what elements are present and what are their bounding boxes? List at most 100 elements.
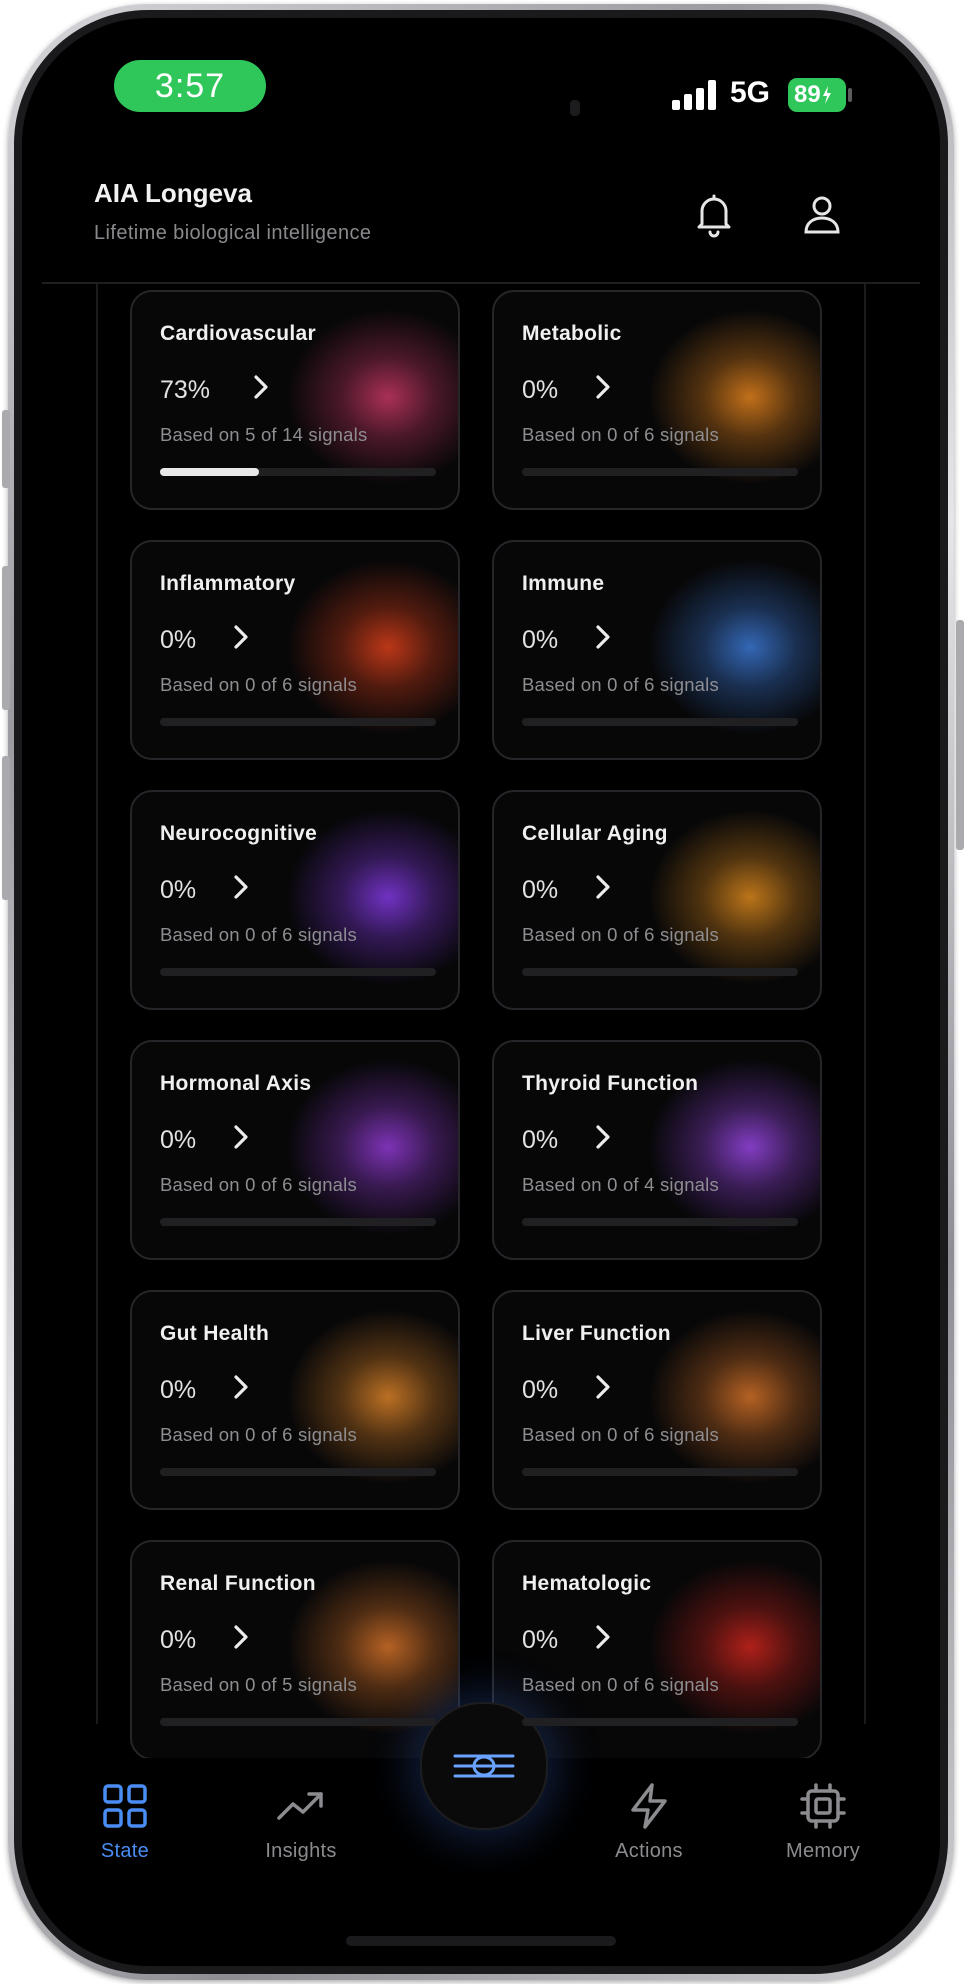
- list-border-right: [864, 284, 866, 1724]
- lightning-icon: [631, 1783, 667, 1829]
- chevron-right-icon: [234, 1375, 248, 1399]
- signal-icon: [672, 80, 720, 110]
- card-signals-text: Based on 5 of 14 signals: [160, 424, 368, 445]
- chip-icon: [800, 1783, 846, 1829]
- card-percent: 0%: [160, 626, 197, 654]
- system-card[interactable]: Gut Health 0% Based on 0 of 6 signals: [130, 1290, 460, 1510]
- chevron-right-icon: [596, 1125, 610, 1149]
- system-card[interactable]: Cardiovascular 73% Based on 5 of 14 signal…: [130, 290, 460, 510]
- chevron-right-icon: [234, 625, 248, 649]
- nav-actions[interactable]: Actions: [574, 1782, 724, 1863]
- nav-insights-label: Insights: [265, 1840, 337, 1862]
- card-progress-bar: [522, 468, 798, 476]
- trend-icon: [277, 1792, 323, 1820]
- status-time-pill[interactable]: 3:57: [114, 60, 266, 112]
- card-title: Cardiovascular: [160, 322, 316, 345]
- card-title: Cellular Aging: [522, 822, 668, 845]
- app-screen: 3:57 5G 89 AIA Longeva Lifetime biologic…: [22, 18, 940, 1966]
- card-title: Metabolic: [522, 322, 622, 345]
- organ-illustration: [278, 552, 458, 742]
- profile-icon[interactable]: [798, 190, 846, 238]
- card-progress-bar: [522, 1468, 798, 1476]
- card-percent: 0%: [522, 1626, 559, 1654]
- card-signals-text: Based on 0 of 6 signals: [522, 1424, 719, 1445]
- nav-memory[interactable]: Memory: [748, 1782, 898, 1863]
- organ-illustration: [640, 302, 820, 492]
- card-percent: 0%: [522, 876, 559, 904]
- battery-icon: 89: [788, 78, 846, 112]
- card-percent: 73%: [160, 376, 211, 404]
- card-signals-text: Based on 0 of 6 signals: [160, 924, 357, 945]
- volume-down-button: [2, 756, 10, 900]
- nav-state[interactable]: State: [50, 1782, 200, 1863]
- system-card[interactable]: Neurocognitive 0% Based on 0 of 6 signals: [130, 790, 460, 1010]
- notification-bell-icon[interactable]: [690, 190, 738, 238]
- card-percent: 0%: [522, 626, 559, 654]
- volume-up-button: [2, 566, 10, 710]
- card-progress-bar: [160, 468, 436, 476]
- chevron-right-icon: [596, 1375, 610, 1399]
- battery-tip: [848, 88, 852, 102]
- system-card[interactable]: Thyroid Function 0% Based on 0 of 4 signal…: [492, 1040, 822, 1260]
- card-title: Liver Function: [522, 1322, 671, 1345]
- card-title: Neurocognitive: [160, 822, 318, 845]
- card-signals-text: Based on 0 of 6 signals: [160, 1174, 357, 1195]
- app-title: AIA Longeva: [94, 178, 252, 208]
- card-signals-text: Based on 0 of 6 signals: [522, 674, 719, 695]
- card-signals-text: Based on 0 of 4 signals: [522, 1174, 719, 1195]
- chevron-right-icon: [234, 875, 248, 899]
- card-progress-bar: [160, 1718, 436, 1726]
- chevron-right-icon: [234, 1625, 248, 1649]
- card-percent: 0%: [160, 1376, 197, 1404]
- system-card[interactable]: Cellular Aging 0% Based on 0 of 6 signals: [492, 790, 822, 1010]
- card-title: Hormonal Axis: [160, 1072, 312, 1095]
- system-card[interactable]: Hormonal Axis 0% Based on 0 of 6 signals: [130, 1040, 460, 1260]
- card-percent: 0%: [522, 1126, 559, 1154]
- organ-illustration: [640, 1552, 820, 1742]
- card-progress-bar: [160, 968, 436, 976]
- chevron-right-icon: [596, 375, 610, 399]
- system-card[interactable]: Liver Function 0% Based on 0 of 6 signals: [492, 1290, 822, 1510]
- card-percent: 0%: [522, 376, 559, 404]
- camera-dot: [570, 100, 580, 116]
- system-card[interactable]: Hematologic 0% Based on 0 of 6 signals: [492, 1540, 822, 1760]
- card-progress-bar: [160, 1218, 436, 1226]
- nav-memory-label: Memory: [785, 1840, 861, 1862]
- chevron-right-icon: [596, 625, 610, 649]
- network-type: 5G: [730, 76, 771, 109]
- card-signals-text: Based on 0 of 5 signals: [160, 1674, 357, 1695]
- card-signals-text: Based on 0 of 6 signals: [522, 924, 719, 945]
- card-title: Hematologic: [522, 1572, 652, 1595]
- card-signals-text: Based on 0 of 6 signals: [522, 424, 719, 445]
- nav-state-label: State: [100, 1840, 150, 1862]
- system-card[interactable]: Metabolic 0% Based on 0 of 6 signals: [492, 290, 822, 510]
- card-percent: 0%: [160, 1126, 197, 1154]
- card-title: Renal Function: [160, 1572, 316, 1595]
- power-button: [956, 620, 964, 850]
- chevron-right-icon: [596, 1625, 610, 1649]
- nav-insights[interactable]: Insights: [226, 1782, 376, 1863]
- app-subtitle: Lifetime biological intelligence: [94, 222, 372, 244]
- card-title: Immune: [522, 572, 605, 595]
- status-time: 3:57: [154, 66, 226, 105]
- card-progress-bar: [522, 968, 798, 976]
- card-progress-bar: [160, 718, 436, 726]
- card-progress-bar: [522, 718, 798, 726]
- mute-switch: [2, 410, 10, 488]
- home-indicator: [346, 1936, 616, 1946]
- card-percent: 0%: [160, 1626, 197, 1654]
- battery-level: 89: [794, 81, 821, 108]
- card-signals-text: Based on 0 of 6 signals: [160, 674, 357, 695]
- nav-actions-label: Actions: [615, 1840, 683, 1862]
- system-card[interactable]: Inflammatory 0% Based on 0 of 6 signals: [130, 540, 460, 760]
- card-title: Gut Health: [160, 1322, 270, 1345]
- chevron-right-icon: [596, 875, 610, 899]
- card-signals-text: Based on 0 of 6 signals: [522, 1674, 719, 1695]
- system-card[interactable]: Immune 0% Based on 0 of 6 signals: [492, 540, 822, 760]
- system-card[interactable]: Renal Function 0% Based on 0 of 5 signals: [130, 1540, 460, 1760]
- grid-icon: [103, 1784, 147, 1828]
- header-divider: [42, 282, 920, 284]
- card-percent: 0%: [522, 1376, 559, 1404]
- filter-lines-icon: [453, 1754, 515, 1778]
- chevron-right-icon: [234, 1125, 248, 1149]
